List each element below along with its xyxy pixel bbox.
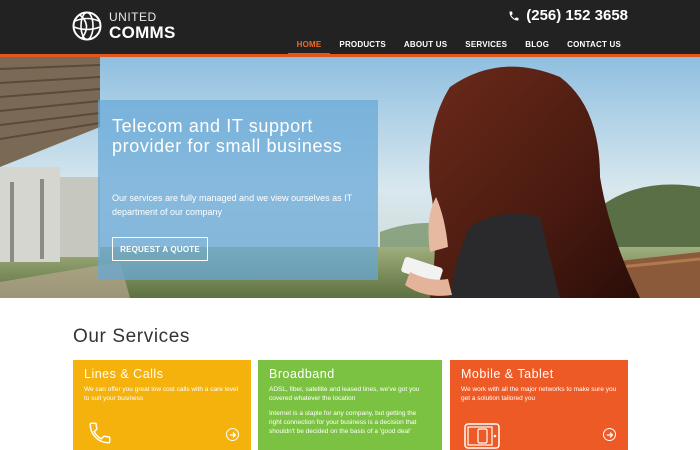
services-heading: Our Services (73, 326, 191, 347)
service-card-broadband[interactable]: Broadband ADSL, fiber, satellite and lea… (258, 360, 442, 450)
service-card-text: We can offer you great low cost calls wi… (84, 386, 239, 402)
tablet-icon (464, 423, 500, 449)
hero-title: Telecom and IT support provider for smal… (112, 116, 343, 156)
logo[interactable]: UNITED COMMS (72, 11, 176, 41)
service-card-title: Broadband (269, 367, 335, 381)
service-card-title: Mobile & Tablet (461, 367, 554, 381)
globe-icon (72, 11, 102, 41)
phone-icon (89, 422, 111, 444)
site-header: UNITED COMMS (256) 152 3658 HOME PRODUCT… (0, 0, 700, 57)
arrow-right-icon[interactable] (226, 428, 239, 441)
logo-name-top: UNITED (109, 10, 157, 24)
nav-home[interactable]: HOME (287, 39, 331, 56)
nav-blog[interactable]: BLOG (516, 39, 558, 55)
logo-name-bottom: COMMS (109, 23, 176, 42)
service-card-title: Lines & Calls (84, 367, 164, 381)
service-card-lines-calls[interactable]: Lines & Calls We can offer you great low… (73, 360, 251, 450)
nav-services[interactable]: SERVICES (456, 39, 516, 55)
nav-products[interactable]: PRODUCTS (330, 39, 395, 55)
service-card-text: Internet is a staple for any company, bu… (269, 410, 417, 435)
nav-contact-us[interactable]: CONTACT US (558, 39, 630, 55)
request-quote-button[interactable]: REQUEST A QUOTE (112, 237, 208, 261)
hero-banner (0, 57, 700, 298)
phone-icon (509, 11, 519, 20)
hero-subtitle: Our services are fully managed and we vi… (112, 193, 352, 217)
logo-text: UNITED COMMS (109, 11, 176, 41)
arrow-right-icon[interactable] (603, 428, 616, 441)
phone-number: (256) 152 3658 (526, 7, 628, 24)
service-card-text: We work with all the major networks to m… (461, 386, 617, 402)
nav-about-us[interactable]: ABOUT US (395, 39, 456, 55)
service-card-mobile-tablet[interactable]: Mobile & Tablet We work with all the maj… (450, 360, 628, 450)
service-card-text: ADSL, fiber, satellite and leased lines,… (269, 386, 420, 402)
header-phone[interactable]: (256) 152 3658 (508, 7, 628, 24)
main-nav: HOME PRODUCTS ABOUT US SERVICES BLOG CON… (287, 39, 630, 56)
